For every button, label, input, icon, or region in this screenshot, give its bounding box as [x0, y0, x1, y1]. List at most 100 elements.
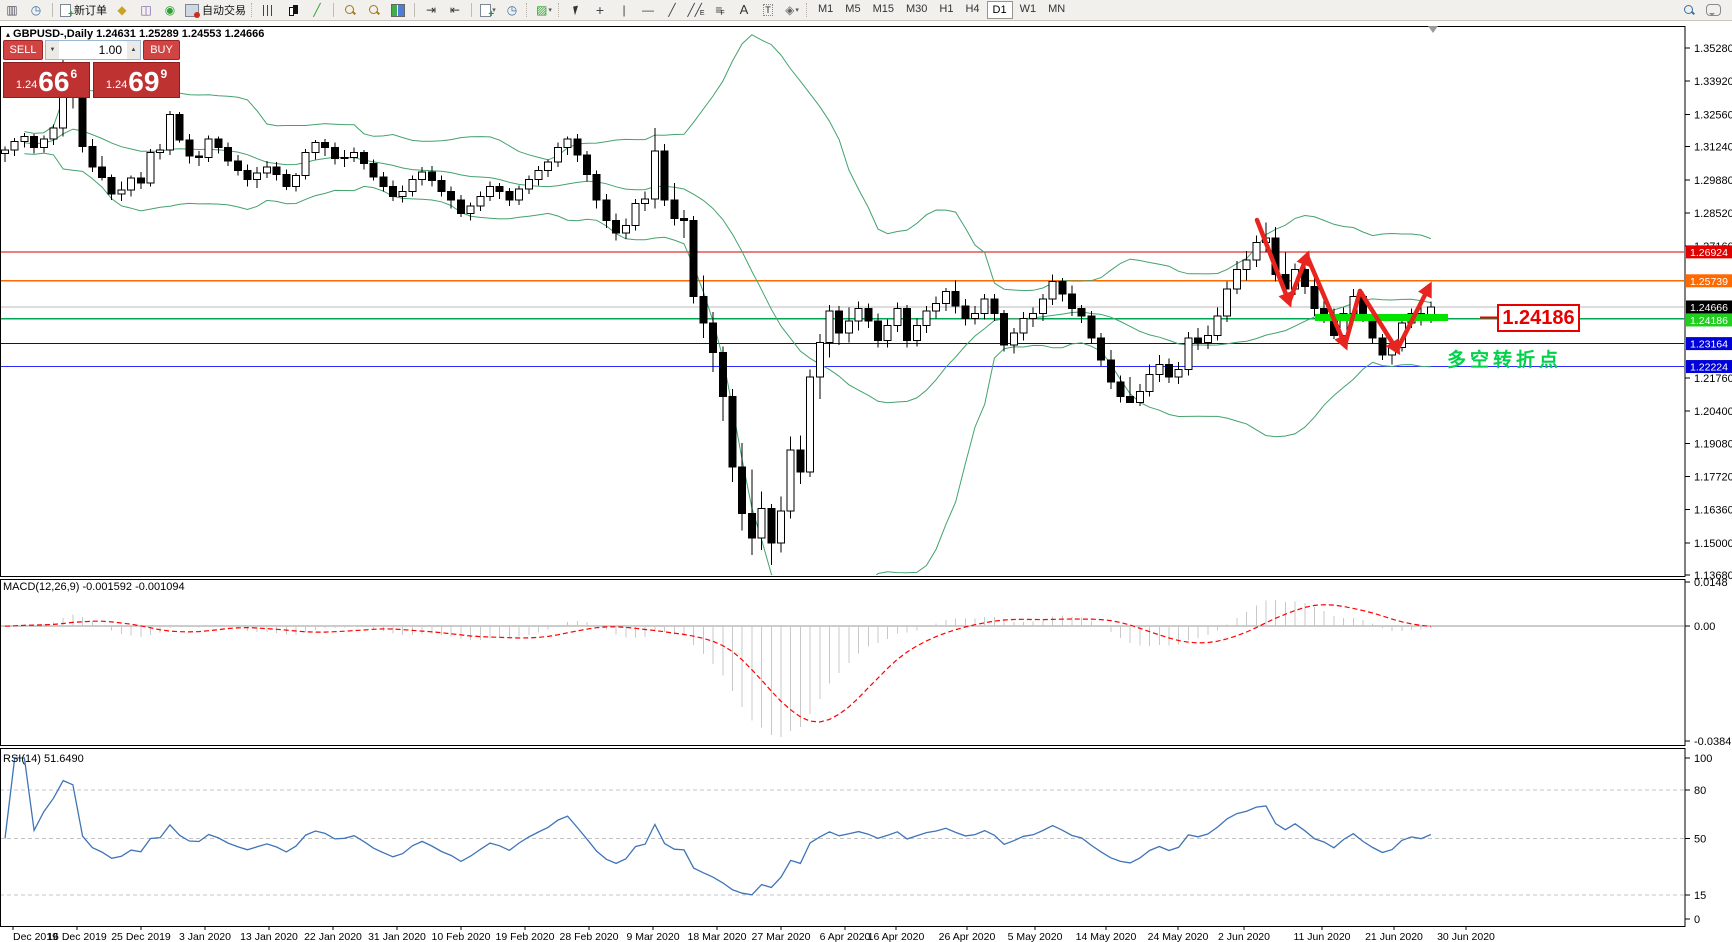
candle-body [893, 308, 902, 327]
price-tick-label: 1.29880 [1694, 175, 1732, 187]
candlestick-chart-button[interactable] [282, 1, 304, 19]
candle-body [650, 150, 659, 200]
candle-body [156, 149, 165, 153]
indicators-button[interactable]: ▨ ▾ [533, 1, 555, 19]
candle-body [59, 93, 68, 129]
price-tick-label: 1.28520 [1694, 208, 1732, 220]
price-tick-label: 1.15000 [1694, 538, 1732, 550]
candle-body [340, 156, 349, 160]
cursor-tool[interactable] [565, 1, 587, 19]
timeframe-button-H4[interactable]: H4 [960, 1, 984, 17]
candle-body [359, 151, 368, 164]
candle-body [631, 203, 640, 227]
candle-body [107, 176, 116, 195]
clock-chart-icon: ◷ [30, 3, 42, 17]
crosshair-tool[interactable]: + [589, 1, 611, 19]
fibonacci-tool[interactable]: ≡ F [709, 1, 731, 19]
marketwatch-icon[interactable]: ▥ [1, 1, 23, 19]
candle-body [447, 190, 456, 201]
zoom-out-button[interactable] [363, 1, 385, 19]
candle-body [165, 114, 174, 151]
candle-body [1068, 293, 1076, 310]
new-order-button[interactable]: 新订单 [58, 1, 109, 20]
strategy-tester-button[interactable]: ◫ [135, 1, 157, 19]
price-callout-box[interactable]: 1.24186 [1497, 304, 1580, 332]
line-chart-button[interactable]: ╱ [306, 1, 328, 19]
candle-body [903, 308, 912, 341]
buy-price-box[interactable]: 1.24 69 9 [93, 62, 180, 98]
candle-body [844, 320, 853, 334]
channel-tool[interactable]: ╱╱ E [685, 1, 707, 19]
candle-body [98, 166, 106, 178]
tick-chart-icon[interactable]: ◷ [25, 1, 47, 19]
sell-button[interactable]: SELL [3, 40, 43, 60]
new-chart-button[interactable]: ▾ [477, 1, 499, 20]
toolbar-grip [526, 3, 530, 17]
buy-button[interactable]: BUY [143, 40, 180, 60]
chart-canvas[interactable]: 1.35280 1.33920 1.32560 1.31240 1.29880 1.285… [0, 0, 1732, 942]
candle-body [544, 161, 553, 172]
bar-chart-button[interactable] [258, 1, 280, 19]
channel-letter: E [699, 9, 705, 17]
candle-body [747, 513, 756, 539]
turning-point-annotation[interactable]: 多空转折点 [1447, 345, 1562, 372]
candle-body [408, 178, 417, 192]
auto-scroll-button[interactable]: ⇤ [444, 1, 466, 19]
text-tool[interactable]: A [733, 1, 755, 19]
timeframe-button-M15[interactable]: M15 [868, 1, 899, 17]
timeframe-button-MN[interactable]: MN [1043, 1, 1070, 17]
timeframe-button-D1[interactable]: D1 [986, 1, 1013, 19]
chart-shift-button[interactable]: ⇥ [420, 1, 442, 19]
candle-body [1126, 395, 1135, 404]
mql-wizard-button[interactable]: ◆ [111, 1, 133, 19]
triangle-up-icon: ▲ [130, 47, 137, 53]
chat-button[interactable] [1702, 1, 1724, 19]
tile-windows-button[interactable] [387, 1, 409, 19]
candle-body [1145, 373, 1154, 393]
signals-button[interactable]: ◉ [159, 1, 181, 19]
zoom-in-button[interactable] [339, 1, 361, 19]
autotrading-button[interactable]: 自动交易 [183, 1, 248, 19]
candle-body [379, 176, 388, 188]
timeframe-button-M5[interactable]: M5 [840, 1, 865, 17]
toolbar-grip [251, 3, 255, 17]
timeframe-button-M30[interactable]: M30 [901, 1, 932, 17]
candle-body [437, 179, 446, 192]
horizontal-line-icon: — [642, 3, 654, 17]
zoom-out-icon [368, 4, 380, 16]
candle-body [825, 310, 834, 344]
candle-body [350, 151, 359, 158]
vertical-line-tool[interactable]: | [613, 1, 635, 19]
arrows-tool[interactable]: ◈ ▾ [781, 1, 803, 19]
candle-body [39, 138, 48, 149]
timeframe-button-W1[interactable]: W1 [1015, 1, 1042, 17]
search-icon [1683, 4, 1695, 16]
indicators-icon: ▨ [536, 3, 548, 17]
candle-body [282, 173, 291, 188]
timeframe-button-H1[interactable]: H1 [934, 1, 958, 17]
line-chart-icon: ╱ [313, 3, 321, 17]
timeframe-button-M1[interactable]: M1 [813, 1, 838, 17]
volume-increase-button[interactable]: ▲ [127, 41, 140, 59]
candle-body [1000, 312, 1009, 346]
text-label-tool[interactable]: T [757, 1, 779, 19]
symbol-marker-icon: ▴ [6, 30, 11, 39]
candle-body [912, 325, 921, 341]
sell-price-box[interactable]: 1.24 66 6 [3, 62, 90, 98]
candle-body [1232, 269, 1241, 290]
candle-body [1048, 281, 1057, 300]
candle-body [456, 199, 465, 214]
volume-value[interactable]: 1.00 [59, 41, 127, 59]
candle-body [10, 140, 19, 151]
autotrading-label: 自动交易 [202, 5, 246, 17]
rsi-tick-label: 0 [1694, 914, 1700, 926]
horizontal-line-tool[interactable]: — [637, 1, 659, 19]
search-button[interactable] [1678, 1, 1700, 19]
period-clock-button[interactable]: ◷ [501, 1, 523, 19]
candle-body [1, 149, 9, 155]
date-tick-label: 3 Jan 2020 [179, 931, 231, 942]
trendline-tool[interactable]: ╱ [661, 1, 683, 19]
volume-decrease-button[interactable]: ▼ [46, 41, 59, 59]
date-tick-label: 18 Mar 2020 [688, 931, 747, 942]
rsi-tick-label: 80 [1694, 785, 1706, 797]
